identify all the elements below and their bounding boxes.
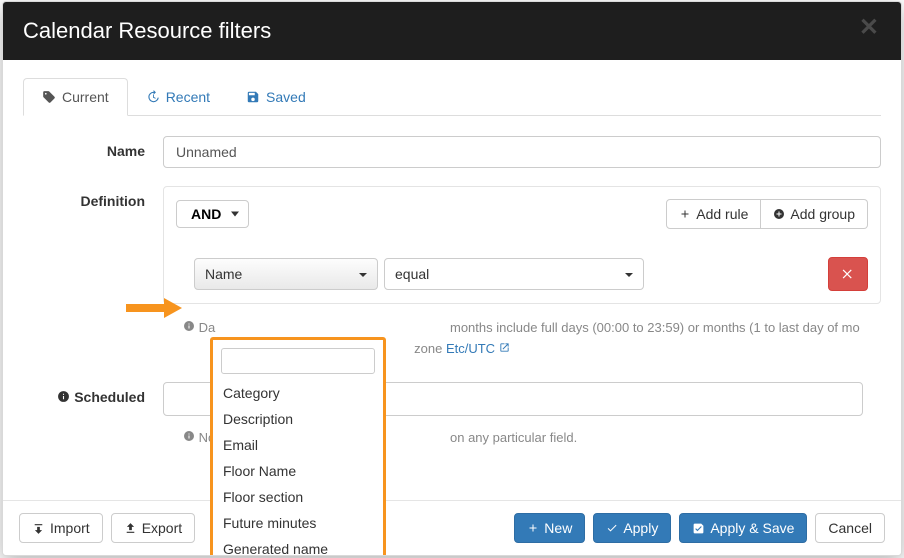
dropdown-item[interactable]: Floor Name xyxy=(213,458,383,484)
row-name: Name xyxy=(23,136,881,168)
apply-label: Apply xyxy=(623,520,658,536)
add-group-label: Add group xyxy=(790,206,855,222)
field-select-value: Name xyxy=(205,266,242,282)
date-hint-tz-label: zone xyxy=(414,341,446,356)
modal-title: Calendar Resource filters xyxy=(23,18,881,44)
close-button[interactable]: ✕ xyxy=(853,12,885,43)
import-label: Import xyxy=(50,520,90,536)
dropdown-item[interactable]: Category xyxy=(213,380,383,406)
modal-footer: Import Export New Apply Apply & Save xyxy=(3,500,901,555)
operator-select[interactable]: equal xyxy=(384,258,644,290)
info-icon xyxy=(183,318,195,339)
save-check-icon xyxy=(692,522,705,535)
delete-rule-button[interactable] xyxy=(828,257,868,291)
add-rule-label: Add rule xyxy=(696,206,748,222)
row-definition: Definition AND xyxy=(23,186,881,304)
tabs: Current Recent Saved xyxy=(23,78,881,116)
plus-circle-icon xyxy=(773,208,785,220)
tab-current[interactable]: Current xyxy=(23,78,128,116)
apply-save-button[interactable]: Apply & Save xyxy=(679,513,807,543)
new-label: New xyxy=(544,520,572,536)
external-link-icon xyxy=(499,339,510,360)
new-button[interactable]: New xyxy=(514,513,585,543)
chevron-down-icon xyxy=(625,273,633,277)
close-icon: ✕ xyxy=(859,13,879,42)
cancel-button[interactable]: Cancel xyxy=(815,513,885,543)
definition-label: Definition xyxy=(23,186,163,209)
modal-body: Current Recent Saved Name xyxy=(3,60,901,510)
scheduled-label: Scheduled xyxy=(23,382,163,405)
modal-dialog: Calendar Resource filters ✕ Current Rece… xyxy=(2,1,902,556)
dropdown-search-input[interactable] xyxy=(221,348,375,374)
tab-saved[interactable]: Saved xyxy=(228,78,324,115)
name-input[interactable] xyxy=(163,136,881,168)
save-icon xyxy=(246,90,260,104)
history-icon xyxy=(146,90,160,104)
rule-row: Name equal xyxy=(194,257,868,291)
tab-recent-label: Recent xyxy=(166,89,210,105)
plus-icon xyxy=(679,208,691,220)
query-builder: AND Add rule xyxy=(163,186,881,304)
export-button[interactable]: Export xyxy=(111,513,195,543)
row-scheduled: Scheduled xyxy=(23,382,881,416)
info-icon xyxy=(183,428,195,449)
close-icon xyxy=(841,267,855,281)
field-select[interactable]: Name xyxy=(194,258,378,290)
dropdown-list: Category Description Email Floor Name Fl… xyxy=(213,380,383,556)
tab-current-label: Current xyxy=(62,89,109,105)
form-area: Name Definition AND xyxy=(23,116,881,448)
tag-icon xyxy=(42,90,56,104)
modal-header: Calendar Resource filters ✕ xyxy=(3,2,901,60)
export-label: Export xyxy=(142,520,182,536)
dropdown-item[interactable]: Email xyxy=(213,432,383,458)
apply-button[interactable]: Apply xyxy=(593,513,671,543)
dropdown-item[interactable]: Floor section xyxy=(213,484,383,510)
dropdown-item[interactable]: Generated name xyxy=(213,536,383,556)
operator-select-value: equal xyxy=(395,266,429,282)
add-rule-button[interactable]: Add rule xyxy=(666,199,761,229)
export-icon xyxy=(124,522,137,535)
timezone-link[interactable]: Etc/UTC xyxy=(446,341,510,356)
plus-icon xyxy=(527,522,539,534)
info-icon xyxy=(57,390,70,403)
import-button[interactable]: Import xyxy=(19,513,103,543)
dropdown-item[interactable]: Future minutes xyxy=(213,510,383,536)
condition-select[interactable]: AND xyxy=(176,200,249,228)
dropdown-item[interactable]: Description xyxy=(213,406,383,432)
check-icon xyxy=(606,522,618,534)
apply-save-label: Apply & Save xyxy=(710,520,794,536)
field-dropdown: Category Description Email Floor Name Fl… xyxy=(210,337,386,556)
name-label: Name xyxy=(23,136,163,159)
sched-hint-b: on any particular field. xyxy=(450,430,577,445)
builder-actions: Add rule Add group xyxy=(666,199,868,229)
date-hint-a: Da xyxy=(199,320,216,335)
tab-saved-label: Saved xyxy=(266,89,306,105)
date-hint-b: months include full days (00:00 to 23:59… xyxy=(450,320,860,335)
add-group-button[interactable]: Add group xyxy=(761,199,868,229)
cancel-label: Cancel xyxy=(828,520,872,536)
import-icon xyxy=(32,522,45,535)
chevron-down-icon xyxy=(359,273,367,277)
tab-recent[interactable]: Recent xyxy=(128,78,228,115)
